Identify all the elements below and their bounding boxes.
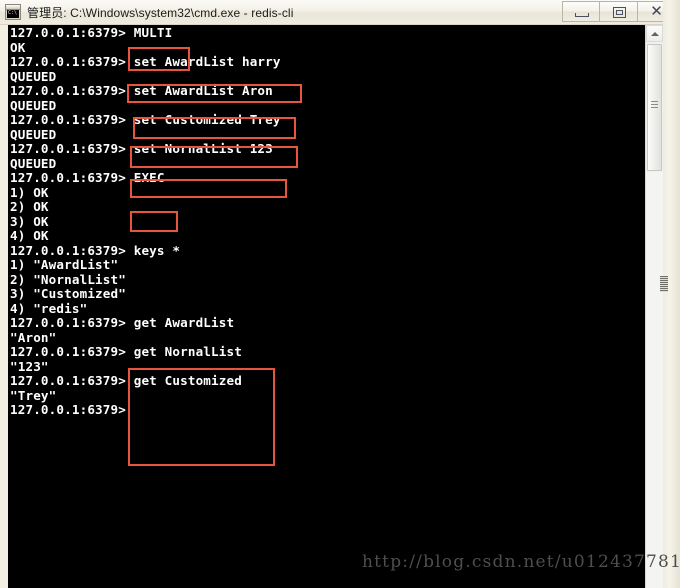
title-bar[interactable]: 管理员: C:\Windows\system32\cmd.exe - redis… <box>0 0 680 25</box>
icon-screen <box>7 9 19 18</box>
terminal-line: "Aron" <box>10 329 57 345</box>
terminal-line: 127.0.0.1:6379> <box>10 402 126 417</box>
terminal-line: "Trey" <box>10 387 57 403</box>
terminal-line: 3) "Customized" <box>10 286 126 301</box>
terminal-line: QUEUED <box>10 97 57 113</box>
window-title: 管理员: C:\Windows\system32\cmd.exe - redis… <box>27 5 294 20</box>
terminal-line: 127.0.0.1:6379> get NornalList <box>10 344 242 359</box>
terminal-line: 127.0.0.1:6379> set AwardList harry <box>10 54 281 69</box>
terminal-line: 127.0.0.1:6379> set AwardList Aron <box>10 83 273 98</box>
minimize-button[interactable] <box>562 1 600 22</box>
scrollbar-thumb[interactable] <box>647 44 662 171</box>
window-right-edge <box>663 0 680 588</box>
terminal-line: 1) OK <box>10 184 49 200</box>
minimize-icon <box>575 13 589 17</box>
cmd-window: 管理员: C:\Windows\system32\cmd.exe - redis… <box>0 0 680 588</box>
restore-button[interactable] <box>600 1 638 22</box>
terminal-line: 2) "NornalList" <box>10 271 126 287</box>
cursor-artifact <box>660 276 668 292</box>
terminal-line: 2) OK <box>10 199 49 214</box>
terminal-line: 4) OK <box>10 228 49 243</box>
scroll-up-arrow-icon <box>651 32 659 36</box>
terminal-line: 127.0.0.1:6379> keys * <box>10 242 181 258</box>
watermark: http://blog.csdn.net/u012437781 <box>362 552 680 572</box>
cmd-console-icon <box>5 4 21 20</box>
terminal-line: "123" <box>10 358 49 374</box>
scrollbar-track[interactable] <box>646 172 663 588</box>
scrollbar-grip-icon <box>651 101 658 110</box>
restore-icon-inner <box>616 10 623 15</box>
vertical-scrollbar[interactable] <box>645 25 663 588</box>
terminal-line: 1) "AwardList" <box>10 257 119 272</box>
scroll-up-button[interactable] <box>646 25 663 42</box>
terminal-line: 127.0.0.1:6379> get AwardList <box>10 315 235 330</box>
terminal-line: OK <box>10 39 26 55</box>
terminal-text: 127.0.0.1:6379> MULTI OK 127.0.0.1:6379> s… <box>10 25 281 418</box>
terminal-line: QUEUED <box>10 126 57 142</box>
terminal-line: 127.0.0.1:6379> set Customized Trey <box>10 112 281 127</box>
terminal-line: 127.0.0.1:6379> get Customized <box>10 373 242 388</box>
terminal-line: 127.0.0.1:6379> MULTI <box>10 25 173 40</box>
terminal-line: 3) OK <box>10 213 49 229</box>
terminal-line: 4) "redis" <box>10 300 88 316</box>
terminal-line: 127.0.0.1:6379> set NornalList 123 <box>10 141 273 156</box>
terminal-line: QUEUED <box>10 155 57 171</box>
console-output-area[interactable]: 127.0.0.1:6379> MULTI OK 127.0.0.1:6379> s… <box>8 25 645 588</box>
terminal-line: 127.0.0.1:6379> EXEC <box>10 170 165 185</box>
window-controls: ✕ <box>562 1 676 22</box>
console-frame: 127.0.0.1:6379> MULTI OK 127.0.0.1:6379> s… <box>0 25 680 588</box>
terminal-line: QUEUED <box>10 68 57 84</box>
